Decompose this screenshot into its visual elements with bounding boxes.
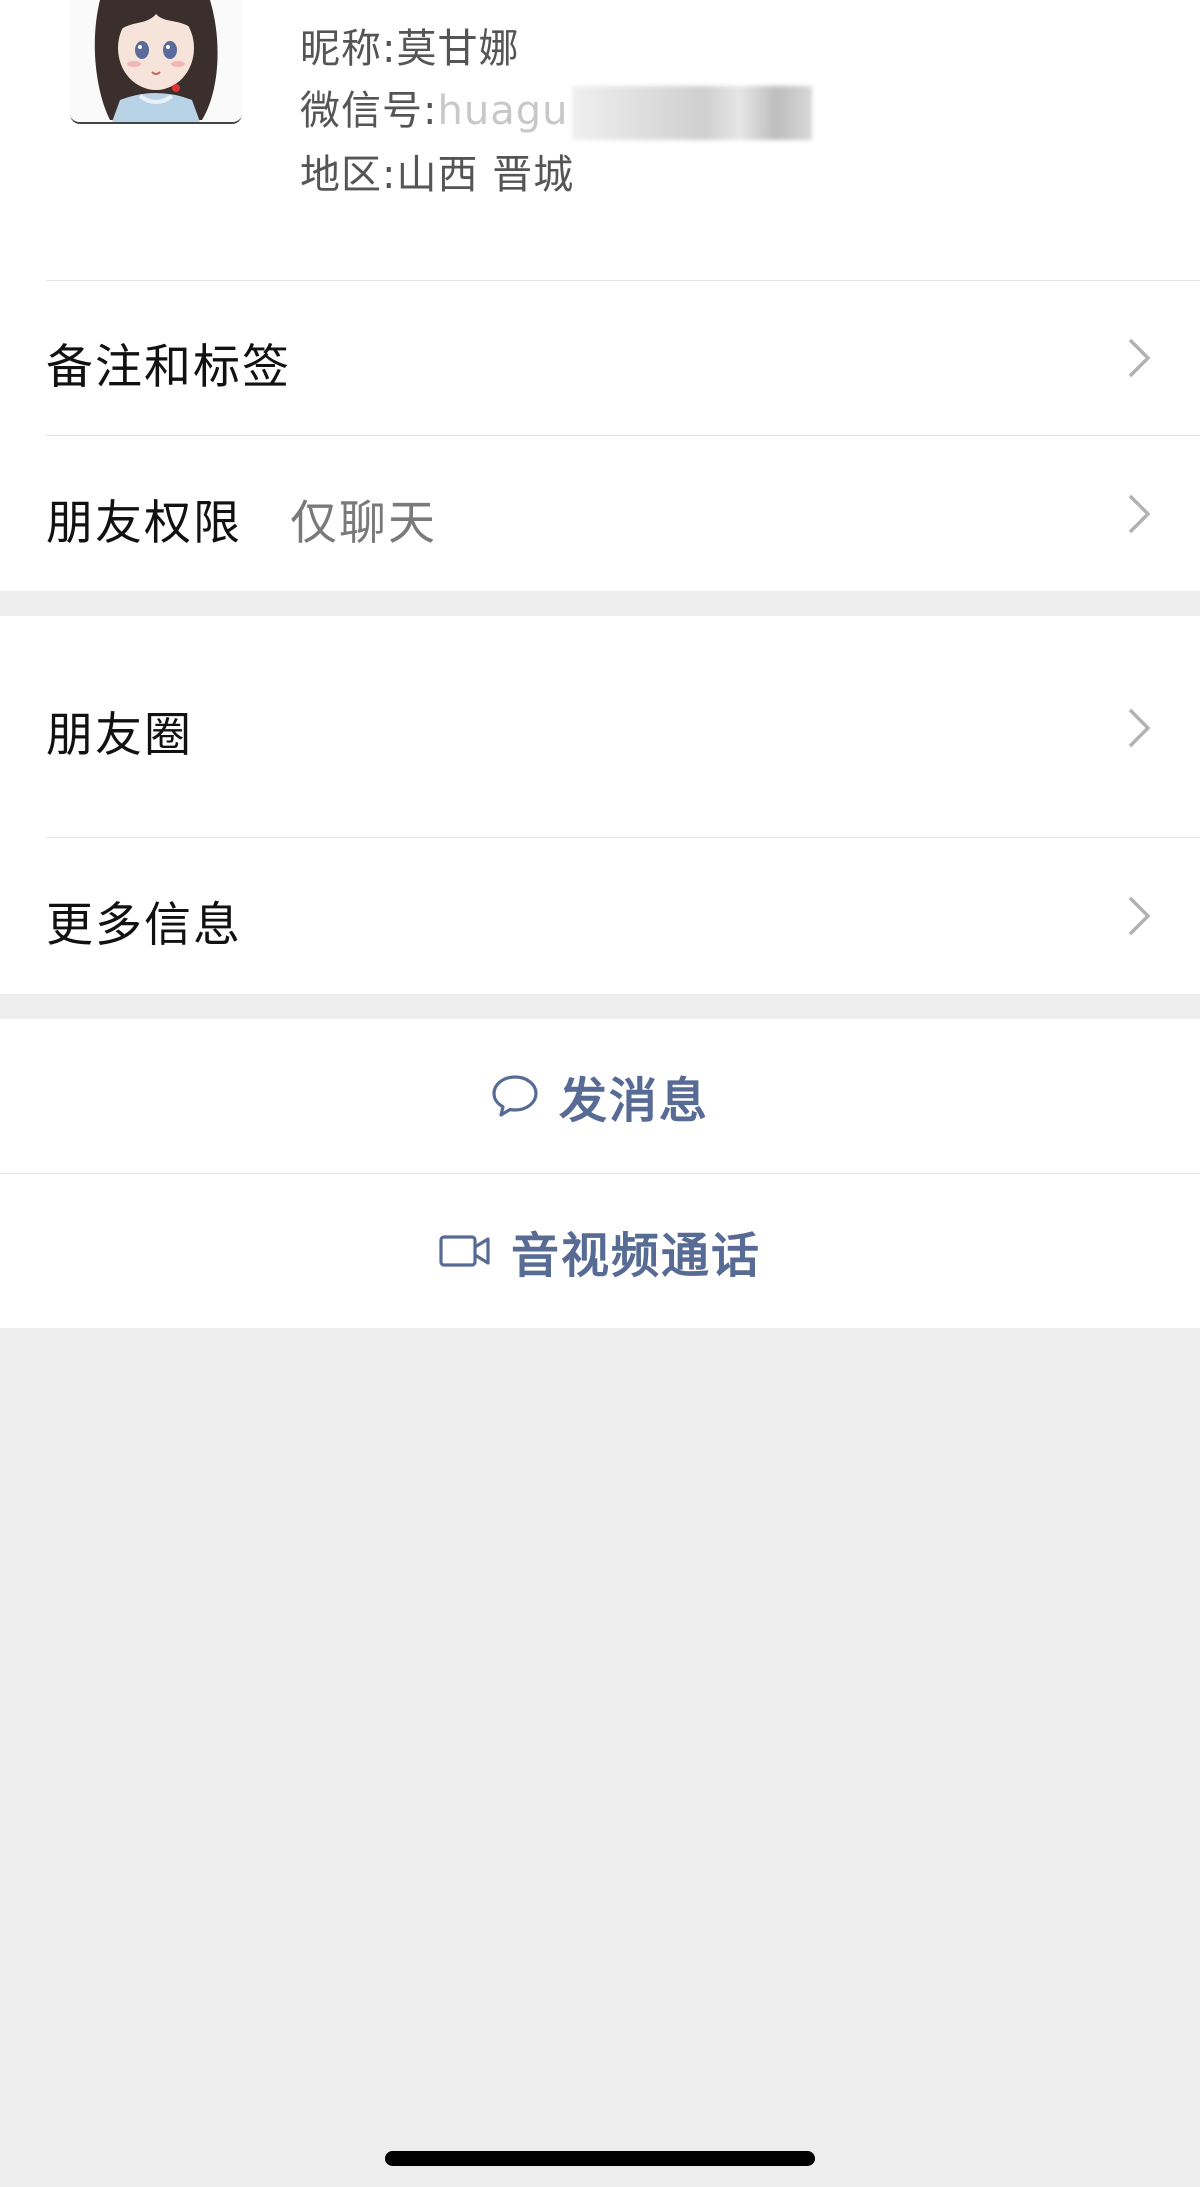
wechat-id-value: huagu — [437, 88, 569, 134]
video-camera-icon — [439, 1235, 490, 1267]
nickname-line: 昵称:莫甘娜 — [300, 16, 519, 74]
moments-row[interactable]: 朋友圈 — [0, 616, 1200, 837]
nickname-value: 莫甘娜 — [396, 26, 520, 72]
chevron-right-icon — [1128, 338, 1151, 378]
friend-permission-label: 朋友权限 — [46, 496, 242, 551]
region-separator: : — [382, 152, 397, 198]
friend-permission-value: 仅聊天 — [290, 496, 437, 551]
region-label: 地区 — [300, 152, 382, 198]
send-message-button[interactable]: 发消息 — [0, 1019, 1200, 1173]
remarks-and-tags-label: 备注和标签 — [46, 340, 291, 395]
redacted-blur — [572, 86, 813, 140]
chevron-right-icon — [1128, 708, 1151, 748]
wechat-id-line: 微信号:huagu — [300, 78, 813, 140]
settings-group-1: 备注和标签 朋友权限 仅聊天 — [0, 280, 1200, 591]
nickname-label: 昵称 — [300, 26, 382, 72]
wechat-id-label: 微信号 — [300, 88, 423, 134]
region-value: 山西 晋城 — [396, 152, 575, 198]
chat-bubble-icon — [492, 1075, 538, 1117]
profile-header: 昵称:莫甘娜 微信号:huagu 地区:山西 晋城 — [0, 0, 1200, 280]
avatar[interactable] — [70, 0, 242, 124]
chevron-right-icon — [1128, 494, 1151, 534]
moments-label: 朋友圈 — [46, 708, 193, 763]
more-info-row[interactable]: 更多信息 — [0, 838, 1200, 994]
settings-group-2: 朋友圈 更多信息 — [0, 616, 1200, 994]
nickname-separator: : — [382, 26, 397, 72]
home-indicator[interactable] — [385, 2151, 815, 2166]
send-message-label: 发消息 — [558, 1073, 709, 1129]
remarks-and-tags-row[interactable]: 备注和标签 — [0, 280, 1200, 435]
region-line: 地区:山西 晋城 — [300, 142, 574, 200]
friend-permission-row[interactable]: 朋友权限 仅聊天 — [0, 436, 1200, 591]
more-info-label: 更多信息 — [46, 898, 242, 953]
chevron-right-icon — [1128, 896, 1151, 936]
action-group: 发消息 音视频通话 — [0, 1019, 1200, 1328]
wechat-id-separator: : — [423, 88, 438, 134]
video-call-label: 音视频通话 — [510, 1228, 761, 1284]
video-call-button[interactable]: 音视频通话 — [0, 1174, 1200, 1328]
